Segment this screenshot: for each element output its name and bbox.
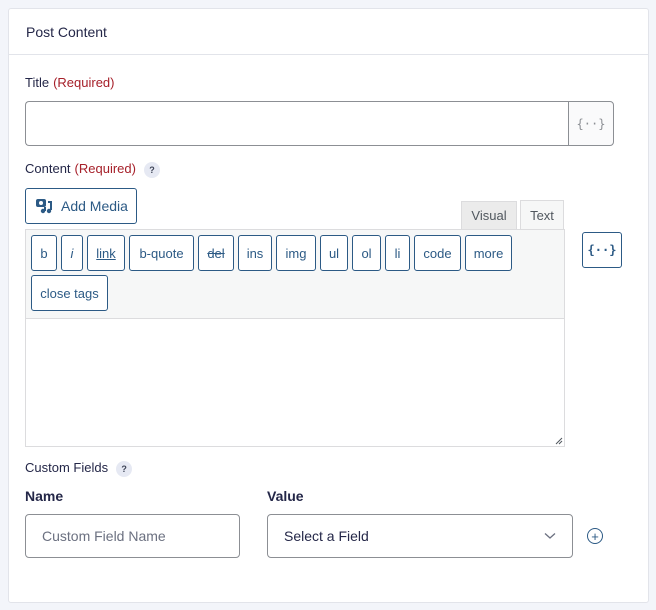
custom-field-value-select[interactable]: Select a Field xyxy=(267,514,573,558)
quicktag-code-button[interactable]: code xyxy=(414,235,461,271)
quicktag-li-button[interactable]: li xyxy=(385,235,410,271)
panel-header: Post Content xyxy=(9,9,648,55)
content-label: Content (Required)? xyxy=(25,161,160,178)
quicktag-italic-button[interactable]: i xyxy=(61,235,83,271)
title-label-text: Title xyxy=(25,75,50,90)
quicktag-close-tags-button[interactable]: close tags xyxy=(31,275,108,311)
title-input[interactable] xyxy=(25,101,569,146)
name-column-header: Name xyxy=(25,488,64,504)
panel-title: Post Content xyxy=(26,23,107,40)
quicktag-ol-button[interactable]: ol xyxy=(352,235,381,271)
value-column-header: Value xyxy=(267,488,304,504)
quicktags-toolbar: b i link b-quote del ins img ul ol li co… xyxy=(26,230,564,319)
help-icon[interactable]: ? xyxy=(143,161,160,178)
tab-text-label: Text xyxy=(530,208,554,223)
content-label-text: Content xyxy=(25,161,71,176)
quicktag-bquote-button[interactable]: b-quote xyxy=(129,235,194,271)
required-indicator: (Required) xyxy=(53,75,115,90)
custom-field-name-input[interactable]: Custom Field Name xyxy=(25,514,240,558)
content-textarea[interactable] xyxy=(26,319,564,445)
custom-field-name-placeholder: Custom Field Name xyxy=(42,528,166,544)
title-label: Title (Required) xyxy=(25,75,115,90)
resize-handle-icon[interactable] xyxy=(554,436,563,445)
plus-icon: + xyxy=(591,528,599,544)
add-custom-field-button[interactable]: + xyxy=(587,528,603,544)
add-media-button[interactable]: Add Media xyxy=(25,188,137,224)
chevron-down-icon xyxy=(544,533,556,539)
selected-value: Select a Field xyxy=(284,528,369,544)
title-merge-tag-button[interactable]: {··} xyxy=(568,101,614,146)
content-merge-tag-button[interactable]: {··} xyxy=(582,232,622,268)
quicktag-del-button[interactable]: del xyxy=(198,235,234,271)
merge-tag-icon: {··} xyxy=(587,243,617,257)
quicktag-bold-button[interactable]: b xyxy=(31,235,57,271)
quicktag-more-button[interactable]: more xyxy=(465,235,512,271)
quicktag-img-button[interactable]: img xyxy=(276,235,316,271)
custom-fields-label: Custom Fields? xyxy=(25,460,133,477)
custom-fields-label-text: Custom Fields xyxy=(25,460,109,475)
media-icon xyxy=(36,199,52,214)
merge-tag-icon: {··} xyxy=(576,116,606,131)
required-indicator: (Required) xyxy=(74,161,136,176)
tab-text[interactable]: Text xyxy=(520,200,564,230)
add-media-label: Add Media xyxy=(61,198,128,214)
quicktag-ul-button[interactable]: ul xyxy=(320,235,348,271)
quicktag-link-button[interactable]: link xyxy=(87,235,125,271)
help-icon[interactable]: ? xyxy=(116,460,133,477)
content-editor: b i link b-quote del ins img ul ol li co… xyxy=(25,229,565,447)
quicktag-ins-button[interactable]: ins xyxy=(238,235,272,271)
tab-visual-label: Visual xyxy=(471,208,507,223)
tab-visual[interactable]: Visual xyxy=(461,201,517,229)
